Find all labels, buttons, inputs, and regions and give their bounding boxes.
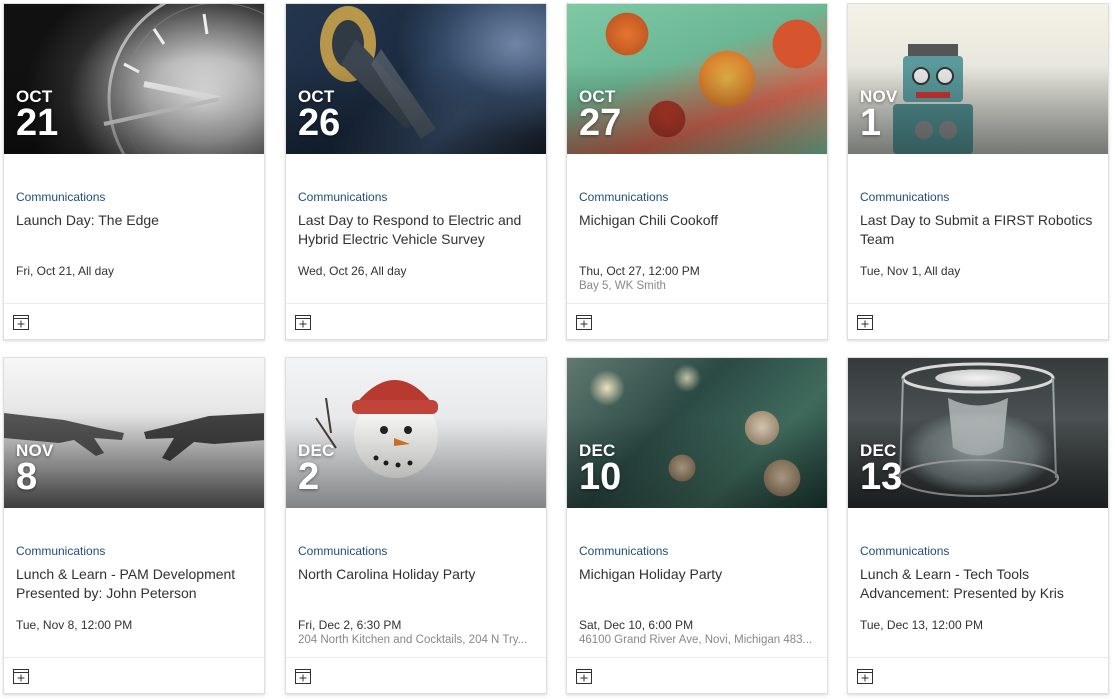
calendar-add-icon[interactable] xyxy=(295,668,311,684)
event-day: 1 xyxy=(860,102,882,144)
event-date-badge: NOV 8 xyxy=(16,442,53,498)
event-details: Communications Last Day to Respond to El… xyxy=(286,154,546,304)
event-title[interactable]: Lunch & Learn - PAM Development Presente… xyxy=(16,565,254,603)
event-card[interactable]: OCT 26 Communications Last Day to Respon… xyxy=(285,3,547,340)
event-datetime: Tue, Dec 13, 12:00 PM xyxy=(860,618,983,632)
event-card-footer xyxy=(848,657,1108,693)
event-card[interactable]: OCT 27 Communications Michigan Chili Coo… xyxy=(566,3,828,340)
event-datetime: Fri, Dec 2, 6:30 PM xyxy=(298,618,402,632)
event-title[interactable]: Michigan Holiday Party xyxy=(579,565,817,584)
event-title[interactable]: North Carolina Holiday Party xyxy=(298,565,536,584)
event-date-badge: DEC 13 xyxy=(860,442,903,498)
event-details: Communications Lunch & Learn - Tech Tool… xyxy=(848,508,1108,658)
event-image-ev-charging-plug: OCT 26 xyxy=(286,4,546,154)
event-datetime: Tue, Nov 1, All day xyxy=(860,264,961,278)
event-day: 13 xyxy=(860,456,903,498)
event-card[interactable]: NOV 1 Communications Last Day to Submit … xyxy=(847,3,1109,340)
event-card[interactable]: OCT 21 Communications Launch Day: The Ed… xyxy=(3,3,265,340)
event-card-footer xyxy=(4,657,264,693)
event-card-footer xyxy=(286,303,546,339)
event-datetime: Sat, Dec 10, 6:00 PM xyxy=(579,618,694,632)
event-location: 46100 Grand River Ave, Novi, Michigan 48… xyxy=(579,634,813,646)
event-card-footer xyxy=(567,657,827,693)
event-details: Communications North Carolina Holiday Pa… xyxy=(286,508,546,658)
event-datetime: Wed, Oct 26, All day xyxy=(298,264,407,278)
event-day: 27 xyxy=(579,102,622,144)
calendar-add-icon[interactable] xyxy=(13,314,29,330)
event-card-footer xyxy=(4,303,264,339)
events-grid: OCT 21 Communications Launch Day: The Ed… xyxy=(0,0,1118,699)
event-details: Communications Michigan Holiday Party Sa… xyxy=(567,508,827,658)
calendar-add-icon[interactable] xyxy=(857,314,873,330)
event-date-badge: OCT 21 xyxy=(16,88,59,144)
event-details: Communications Michigan Chili Cookoff Th… xyxy=(567,154,827,304)
event-datetime: Fri, Oct 21, All day xyxy=(16,264,115,278)
event-day: 2 xyxy=(298,456,320,498)
event-date-badge: NOV 1 xyxy=(860,88,897,144)
event-day: 8 xyxy=(16,456,38,498)
event-image-pine-cones: DEC 10 xyxy=(567,358,827,508)
event-date-badge: OCT 26 xyxy=(298,88,341,144)
event-title[interactable]: Last Day to Respond to Electric and Hybr… xyxy=(298,211,536,249)
event-category[interactable]: Communications xyxy=(579,544,668,558)
event-date-badge: OCT 27 xyxy=(579,88,622,144)
event-category[interactable]: Communications xyxy=(16,544,105,558)
event-card[interactable]: DEC 13 Communications Lunch & Learn - Te… xyxy=(847,357,1109,694)
event-datetime: Thu, Oct 27, 12:00 PM xyxy=(579,264,700,278)
event-location: 204 North Kitchen and Cocktails, 204 N T… xyxy=(298,634,528,646)
event-title[interactable]: Lunch & Learn - Tech Tools Advancement: … xyxy=(860,565,1098,603)
event-title[interactable]: Michigan Chili Cookoff xyxy=(579,211,817,230)
event-card[interactable]: DEC 2 Communications North Carolina Holi… xyxy=(285,357,547,694)
event-image-toy-robot: NOV 1 xyxy=(848,4,1108,154)
calendar-add-icon[interactable] xyxy=(295,314,311,330)
event-image-mexican-food-spread: OCT 27 xyxy=(567,4,827,154)
event-day: 21 xyxy=(16,102,59,144)
event-day: 10 xyxy=(579,456,622,498)
event-image-wristwatch: OCT 21 xyxy=(4,4,264,154)
event-image-snowman: DEC 2 xyxy=(286,358,546,508)
event-date-badge: DEC 2 xyxy=(298,442,335,498)
event-category[interactable]: Communications xyxy=(860,544,949,558)
event-card-footer xyxy=(567,303,827,339)
event-image-sci-fi-pod: DEC 13 xyxy=(848,358,1108,508)
event-card-footer xyxy=(848,303,1108,339)
event-details: Communications Launch Day: The Edge Fri,… xyxy=(4,154,264,304)
event-location: Bay 5, WK Smith xyxy=(579,280,666,292)
event-card[interactable]: DEC 10 Communications Michigan Holiday P… xyxy=(566,357,828,694)
calendar-add-icon[interactable] xyxy=(857,668,873,684)
event-card[interactable]: NOV 8 Communications Lunch & Learn - PAM… xyxy=(3,357,265,694)
event-category[interactable]: Communications xyxy=(579,190,668,204)
calendar-add-icon[interactable] xyxy=(13,668,29,684)
event-category[interactable]: Communications xyxy=(16,190,105,204)
event-date-badge: DEC 10 xyxy=(579,442,622,498)
event-card-footer xyxy=(286,657,546,693)
event-image-robot-hands: NOV 8 xyxy=(4,358,264,508)
event-details: Communications Lunch & Learn - PAM Devel… xyxy=(4,508,264,658)
event-title[interactable]: Last Day to Submit a FIRST Robotics Team xyxy=(860,211,1098,249)
event-title[interactable]: Launch Day: The Edge xyxy=(16,211,254,230)
calendar-add-icon[interactable] xyxy=(576,668,592,684)
event-category[interactable]: Communications xyxy=(298,190,387,204)
event-category[interactable]: Communications xyxy=(298,544,387,558)
event-datetime: Tue, Nov 8, 12:00 PM xyxy=(16,618,133,632)
event-category[interactable]: Communications xyxy=(860,190,949,204)
calendar-add-icon[interactable] xyxy=(576,314,592,330)
event-details: Communications Last Day to Submit a FIRS… xyxy=(848,154,1108,304)
event-day: 26 xyxy=(298,102,341,144)
